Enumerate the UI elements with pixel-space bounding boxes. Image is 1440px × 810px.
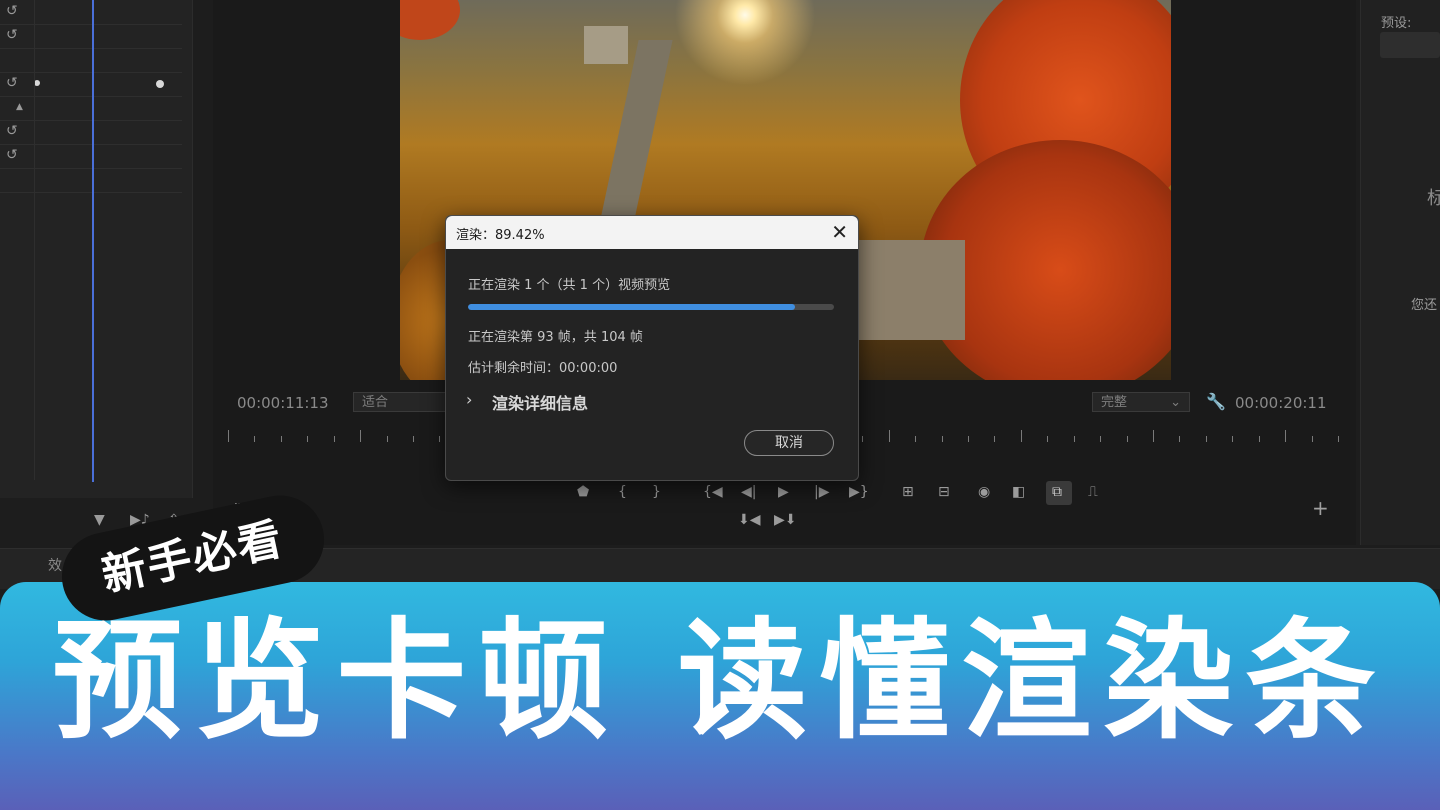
reset-icon[interactable]: ↺ [6, 75, 24, 91]
step-forward-icon[interactable]: |▶ [814, 484, 829, 500]
reset-icon[interactable]: ↺ [6, 27, 24, 43]
toggle-proxies-button[interactable]: ⧉ [1046, 481, 1072, 505]
lift-icon[interactable]: ⊞ [902, 484, 914, 500]
watchtower [584, 26, 628, 64]
ruler-tick [307, 436, 309, 442]
vr-video-icon[interactable]: ⎍ [1088, 484, 1098, 500]
ruler-tick [1311, 436, 1313, 442]
duration-timecode: 00:00:20:11 [1235, 394, 1327, 412]
ruler-tick [915, 436, 917, 442]
ruler-tick [1232, 436, 1234, 442]
ruler-tick [941, 436, 943, 442]
button-editor-plus-icon[interactable]: + [1312, 496, 1329, 520]
dialog-titlebar: 渲染：89.42% ✕ [446, 216, 858, 249]
great-wall-section [855, 240, 965, 340]
render-progress-fill [468, 304, 796, 310]
preset-select[interactable] [1380, 32, 1440, 58]
render-count-text: 正在渲染 1 个（共 1 个）视频预览 [468, 278, 671, 293]
column-divider [34, 0, 35, 480]
ruler-tick [360, 430, 362, 442]
mark-in-icon[interactable]: { [618, 484, 627, 500]
render-progress-dialog: 渲染：89.42% ✕ 正在渲染 1 个（共 1 个）视频预览 正在渲染第 93… [445, 215, 859, 481]
frame-count-text: 正在渲染第 93 帧，共 104 帧 [468, 330, 643, 345]
ruler-tick [1285, 430, 1287, 442]
effect-controls-panel: ↺ ↺ ↺ ▲ ↺ ↺ [0, 0, 193, 498]
ruler-tick [1338, 436, 1339, 442]
reset-icon[interactable]: ↺ [6, 147, 24, 163]
keyframe-row [0, 48, 182, 73]
dialog-title: 渲染：89.42% [456, 228, 545, 243]
keyframe-row: ↺ [0, 72, 182, 97]
play-icon[interactable]: ▶ [778, 484, 789, 500]
keyframe-row [0, 168, 182, 193]
ruler-tick [1179, 436, 1181, 442]
ruler-tick [1205, 436, 1207, 442]
ruler-tick [228, 430, 229, 442]
add-marker-icon[interactable]: ⬟ [577, 484, 589, 500]
ruler-tick [280, 436, 282, 442]
essential-graphics-panel: 预设: 标 您还 [1360, 0, 1440, 545]
proxy-icon: ⧉ [1052, 484, 1062, 500]
ruler-tick [1258, 436, 1260, 442]
title-banner: 预览卡顿 读懂渲染条 [0, 582, 1440, 810]
keyframe-row: ↺ [0, 0, 182, 25]
foliage [400, 0, 460, 40]
expand-chevron-icon[interactable]: › [466, 390, 472, 409]
preset-label: 预设: [1381, 16, 1412, 31]
ruler-tick [439, 436, 441, 442]
ruler-tick [968, 436, 969, 442]
panel-message-partial: 您还 [1411, 298, 1438, 313]
current-timecode[interactable]: 00:00:11:13 [237, 394, 329, 412]
go-to-in-icon[interactable]: {◀ [703, 484, 723, 500]
panel-heading-partial: 标 [1427, 188, 1440, 209]
ruler-tick [254, 436, 256, 442]
playback-resolution-select[interactable]: 完整 ⌄ [1092, 392, 1190, 412]
ruler-tick [1126, 436, 1128, 442]
fit-zoom-select[interactable]: 适合 [353, 392, 449, 412]
ruler-tick [386, 436, 388, 442]
playhead-line[interactable] [92, 0, 94, 482]
reset-icon[interactable]: ↺ [6, 123, 24, 139]
ruler-tick [1153, 430, 1154, 442]
insert-icon[interactable]: ⬇◀ [738, 512, 761, 528]
close-icon[interactable]: ✕ [831, 220, 848, 244]
fit-select-value: 适合 [362, 395, 389, 410]
export-frame-camera-icon[interactable]: ◉ [978, 484, 990, 500]
wrench-settings-icon[interactable]: 🔧 [1206, 392, 1226, 411]
compare-view-icon[interactable]: ◧ [1012, 484, 1025, 500]
render-progress-bar [468, 304, 834, 310]
ruler-tick [1073, 436, 1075, 442]
keyframe-marker[interactable] [156, 80, 164, 88]
overwrite-icon[interactable]: ▶⬇ [774, 512, 797, 528]
chevron-down-icon: ⌄ [1170, 395, 1181, 410]
ruler-tick [888, 430, 890, 442]
banner-title: 预览卡顿 读懂渲染条 [52, 605, 1388, 757]
ruler-tick [333, 436, 335, 442]
go-to-out-icon[interactable]: ▶} [849, 484, 869, 500]
mark-out-icon[interactable]: } [652, 484, 661, 500]
keyframe-row: ▲ [0, 96, 182, 121]
ruler-tick [1047, 436, 1049, 442]
ruler-tick [994, 436, 996, 442]
ruler-tick [862, 436, 864, 442]
step-back-icon[interactable]: ◀| [741, 484, 756, 500]
great-wall-section [601, 40, 673, 215]
keyframe-row: ↺ [0, 120, 182, 145]
keyframe-row: ↺ [0, 24, 182, 49]
resolution-select-value: 完整 [1101, 395, 1128, 410]
ruler-tick [1020, 430, 1022, 442]
cancel-button[interactable]: 取消 [744, 430, 834, 456]
render-details-toggle[interactable]: 渲染详细信息 [492, 390, 588, 414]
ruler-tick [413, 436, 414, 442]
keyframe-row: ↺ [0, 144, 182, 169]
remaining-time-text: 估计剩余时间：00:00:00 [468, 361, 618, 376]
reset-icon[interactable]: ↺ [6, 3, 24, 19]
ruler-tick [1100, 436, 1102, 442]
collapse-arrow-icon[interactable]: ▲ [16, 99, 34, 115]
filter-icon[interactable]: ▼ [94, 512, 105, 528]
extract-icon[interactable]: ⊟ [938, 484, 950, 500]
